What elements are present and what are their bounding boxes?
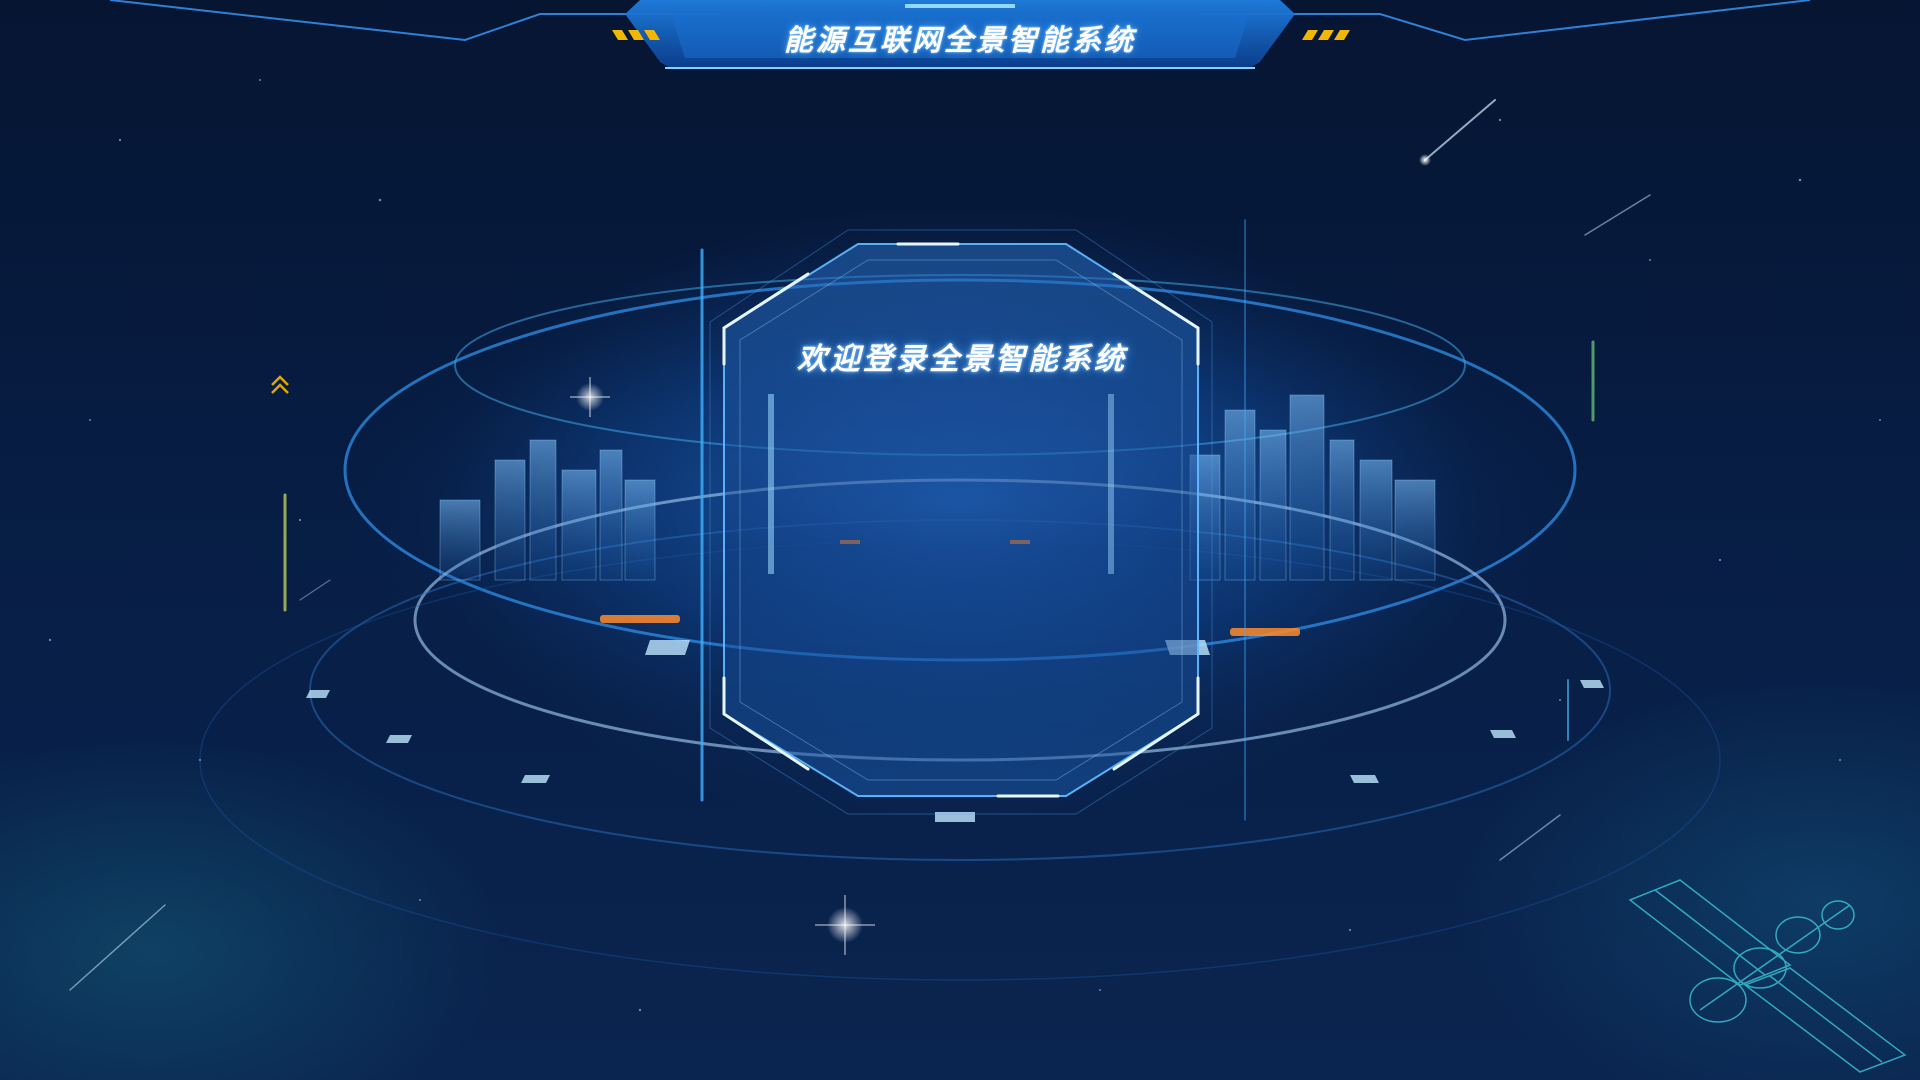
login-panel: 欢迎登录全景智能系统	[698, 224, 1226, 816]
app-title: 能源互联网全景智能系统	[783, 23, 1136, 57]
background: 能源互联网全景智能系统 欢迎登录全景智能系统	[0, 0, 1920, 1080]
welcome-heading: 欢迎登录全景智能系统	[797, 342, 1127, 377]
login-panel-frame	[709, 229, 1213, 815]
chevron-stripes-right	[1302, 30, 1350, 40]
satellite-icon	[1628, 879, 1907, 1073]
up-chevron-icon	[271, 375, 289, 394]
chevron-stripes-left	[612, 30, 660, 40]
